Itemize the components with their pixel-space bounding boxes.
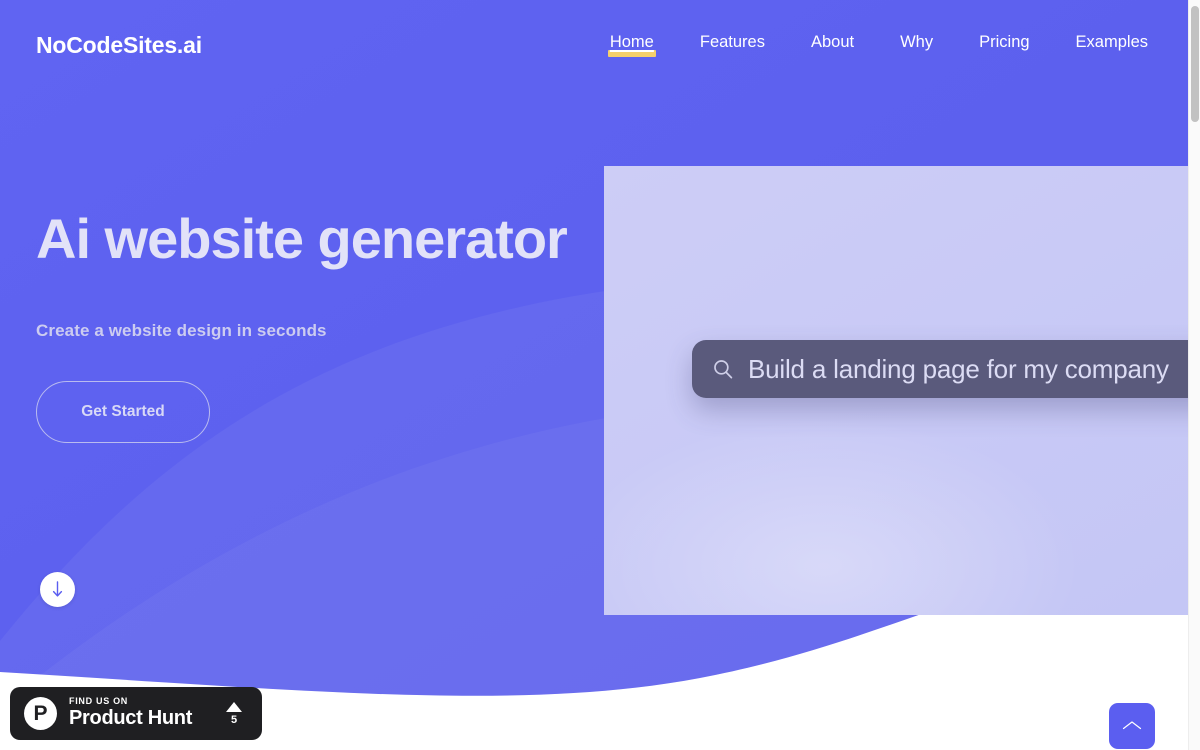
nav-item-why[interactable]: Why — [900, 34, 933, 54]
brand-logo[interactable]: NoCodeSites.ai — [36, 33, 202, 57]
preview-search-bar[interactable]: Build a landing page for my company — [692, 340, 1188, 398]
nav-item-examples[interactable]: Examples — [1076, 34, 1148, 54]
product-hunt-logo-icon: P — [24, 697, 57, 730]
product-hunt-eyebrow: FIND US ON — [69, 695, 129, 706]
product-hunt-name: Product Hunt — [69, 707, 193, 730]
product-hunt-upvote-count: 5 — [230, 713, 238, 726]
top-navbar: NoCodeSites.ai Home Features About Why P… — [0, 0, 1188, 88]
product-hunt-badge[interactable]: P FIND US ON Product Hunt 5 — [10, 687, 262, 740]
hero-preview-panel: Build a landing page for my company — [604, 166, 1188, 615]
preview-search-text: Build a landing page for my company — [748, 353, 1169, 384]
scroll-down-button[interactable] — [40, 572, 75, 607]
search-icon — [712, 358, 734, 380]
back-to-top-button[interactable] — [1109, 703, 1155, 749]
caret-up-icon — [226, 701, 242, 712]
hero-subtitle: Create a website design in seconds — [36, 320, 327, 340]
vertical-scrollbar[interactable] — [1188, 0, 1200, 750]
hero-title: Ai website generator — [36, 207, 568, 270]
get-started-button[interactable]: Get Started — [36, 380, 210, 443]
nav-item-about[interactable]: About — [811, 34, 854, 54]
nav-item-home[interactable]: Home — [607, 34, 656, 57]
nav-item-pricing[interactable]: Pricing — [979, 34, 1029, 54]
arrow-down-icon — [51, 581, 64, 598]
product-hunt-upvote[interactable]: 5 — [226, 701, 248, 726]
main-nav: Home Features About Why Pricing Examples — [607, 34, 1152, 57]
hero-copy: Ai website generator Create a website de… — [36, 207, 596, 443]
product-hunt-text: FIND US ON Product Hunt — [69, 695, 193, 731]
scrollbar-thumb[interactable] — [1191, 6, 1199, 122]
page-root: NoCodeSites.ai Home Features About Why P… — [0, 0, 1188, 750]
browser-viewport: NoCodeSites.ai Home Features About Why P… — [0, 0, 1200, 750]
chevron-up-icon — [1121, 719, 1143, 733]
nav-item-features[interactable]: Features — [700, 34, 765, 54]
panel-glow — [604, 416, 1084, 615]
